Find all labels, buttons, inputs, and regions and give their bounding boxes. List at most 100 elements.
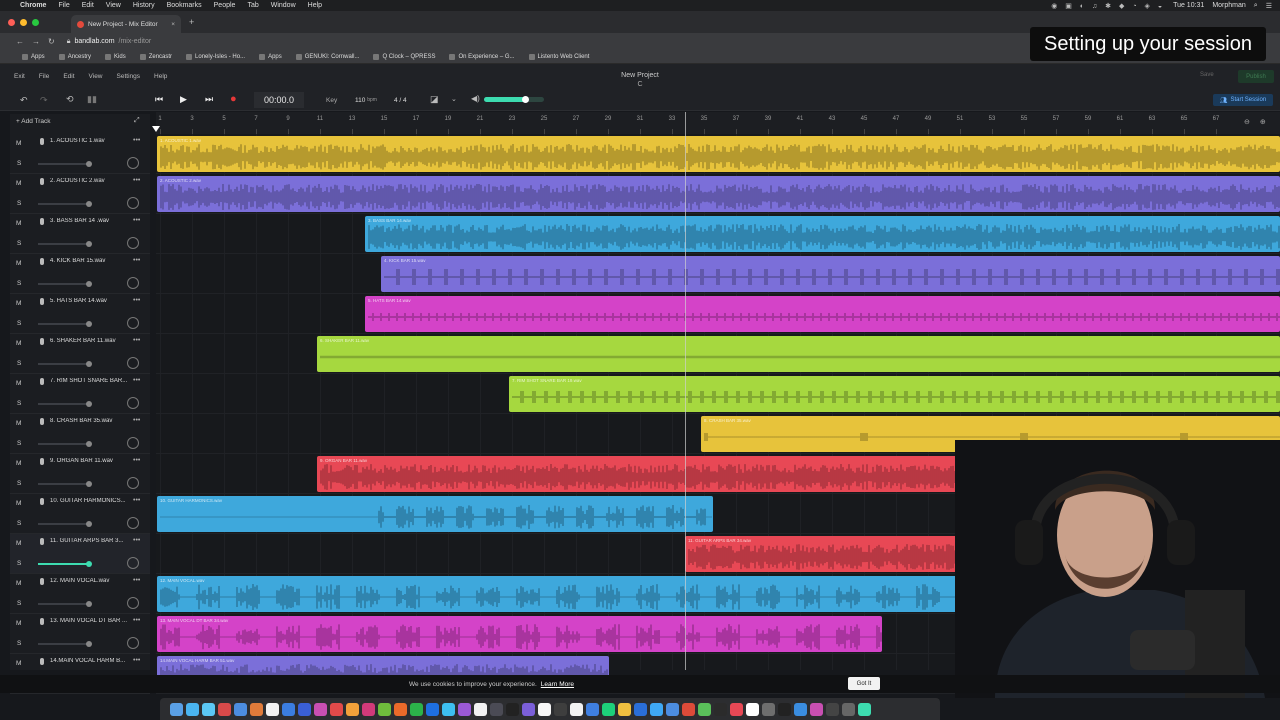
dock-app-icon[interactable] <box>506 702 519 716</box>
track-volume-fader[interactable] <box>38 480 92 487</box>
tempo-field[interactable]: 110 bpm <box>355 92 377 108</box>
mute-button[interactable]: M <box>16 660 21 667</box>
zoom-in-icon[interactable]: ⊕ <box>1260 118 1266 126</box>
dock-app-icon[interactable] <box>442 702 455 716</box>
mute-button[interactable]: M <box>16 460 21 467</box>
pan-knob[interactable] <box>127 517 139 529</box>
skip-back-icon[interactable]: ⏮ <box>155 94 163 105</box>
solo-button[interactable]: S <box>17 560 21 567</box>
menu-window[interactable]: Window <box>271 2 296 9</box>
audio-clip[interactable]: 4. KICK BAR 15.wav <box>381 256 1280 292</box>
record-icon[interactable]: ● <box>230 93 237 105</box>
track-lane[interactable]: 4. KICK BAR 15.wav <box>156 254 1280 294</box>
solo-button[interactable]: S <box>17 320 21 327</box>
pan-knob[interactable] <box>127 157 139 169</box>
dock-app-icon[interactable] <box>586 702 599 716</box>
dock-app-icon[interactable] <box>490 702 503 716</box>
playhead-marker-icon[interactable] <box>152 126 160 132</box>
dock-app-icon[interactable] <box>762 702 775 716</box>
menu-edit[interactable]: Edit <box>82 2 94 9</box>
zoom-out-icon[interactable]: ⊖ <box>1244 118 1250 126</box>
time-signature[interactable]: 4 / 4 <box>394 92 407 108</box>
track-row[interactable]: M S 2. ACOUSTIC 2.wav ••• <box>10 174 150 214</box>
track-row[interactable]: M S 13. MAIN VOCAL DT BAR ... ••• <box>10 614 150 654</box>
bookmark-lonely-isles[interactable]: Lonely-Isles - Ho... <box>186 53 245 60</box>
start-session-button[interactable]: 👥︎ Start Session <box>1213 94 1273 106</box>
bookmark-listento[interactable]: Listento Web Client <box>528 53 589 60</box>
reload-icon[interactable]: ↻ <box>48 37 55 46</box>
track-volume-fader[interactable] <box>38 360 92 367</box>
new-tab-button[interactable]: + <box>189 17 194 27</box>
bookmark-ancestry[interactable]: Ancestry <box>58 53 91 60</box>
track-menu-icon[interactable]: ••• <box>133 617 140 624</box>
mute-button[interactable]: M <box>16 300 21 307</box>
save-button[interactable]: Save <box>1200 72 1214 78</box>
menu-people[interactable]: People <box>214 2 236 9</box>
track-menu-icon[interactable]: ••• <box>133 657 140 664</box>
track-lane[interactable]: 3. BASS BAR 14.wav <box>156 214 1280 254</box>
track-menu-icon[interactable]: ••• <box>133 177 140 184</box>
pan-knob[interactable] <box>127 597 139 609</box>
bookmark-apps-2[interactable]: Apps <box>259 53 282 60</box>
track-name[interactable]: 12. MAIN VOCAL.wav <box>50 578 130 584</box>
track-name[interactable]: 2. ACOUSTIC 2.wav <box>50 178 130 184</box>
fader-knob[interactable] <box>86 280 92 287</box>
fader-knob[interactable] <box>86 480 92 487</box>
dock-app-icon[interactable] <box>650 702 663 716</box>
fader-knob[interactable] <box>86 520 92 527</box>
tuner-icon[interactable]: ◪ <box>430 94 439 105</box>
publish-button[interactable]: Publish <box>1238 70 1274 83</box>
back-icon[interactable]: ← <box>16 37 24 46</box>
track-volume-fader[interactable] <box>38 640 92 647</box>
track-row[interactable]: M S 7. RIM SHOT SNARE BAR... ••• <box>10 374 150 414</box>
menu-help[interactable]: Help <box>308 2 322 9</box>
dock-app-icon[interactable] <box>522 702 535 716</box>
mute-button[interactable]: M <box>16 140 21 147</box>
dock-app-icon[interactable] <box>634 702 647 716</box>
track-lane[interactable]: 6. SHAKER BAR 11.wav <box>156 334 1280 374</box>
fader-knob[interactable] <box>86 200 92 207</box>
dock-app-icon[interactable] <box>746 702 759 716</box>
dock-app-icon[interactable] <box>618 702 631 716</box>
dock-app-icon[interactable] <box>794 702 807 716</box>
dock-app-icon[interactable] <box>666 702 679 716</box>
play-icon[interactable]: ▶ <box>180 94 187 105</box>
mute-button[interactable]: M <box>16 340 21 347</box>
track-row[interactable]: M S 1. ACOUSTIC 1.wav ••• <box>10 134 150 174</box>
track-name[interactable]: 10. GUITAR HARMONICS... <box>50 498 130 504</box>
mute-button[interactable]: M <box>16 620 21 627</box>
dock-app-icon[interactable] <box>730 702 743 716</box>
track-name[interactable]: 5. HATS BAR 14.wav <box>50 298 130 304</box>
pan-knob[interactable] <box>127 477 139 489</box>
solo-button[interactable]: S <box>17 440 21 447</box>
menubar-clock[interactable]: Tue 10:31 <box>1173 2 1204 9</box>
dock-app-icon[interactable] <box>810 702 823 716</box>
metronome-icon[interactable]: ▮▮ <box>87 94 97 105</box>
solo-button[interactable]: S <box>17 480 21 487</box>
track-menu-icon[interactable]: ••• <box>133 377 140 384</box>
menubar-user[interactable]: Morphman <box>1212 2 1245 9</box>
chevron-down-icon[interactable]: ⌄ <box>451 95 457 103</box>
audio-clip[interactable]: 1. ACOUSTIC 1.wav <box>157 136 1280 172</box>
pan-knob[interactable] <box>127 557 139 569</box>
volume-knob[interactable] <box>522 95 529 103</box>
track-row[interactable]: M S 11. GUITAR ARPS BAR 3... ••• <box>10 534 150 574</box>
track-name[interactable]: 9. ORGAN BAR 11.wav <box>50 458 130 464</box>
fader-knob[interactable] <box>86 240 92 247</box>
bookmark-qclock[interactable]: Q Clock – QPRESS <box>373 53 435 60</box>
maximize-window-icon[interactable] <box>32 18 39 26</box>
track-name[interactable]: 7. RIM SHOT SNARE BAR... <box>50 378 130 384</box>
track-volume-fader[interactable] <box>38 400 92 407</box>
menu-list-icon[interactable]: ☰ <box>1266 2 1272 10</box>
solo-button[interactable]: S <box>17 360 21 367</box>
app-menu-help[interactable]: Help <box>154 73 167 80</box>
track-volume-fader[interactable] <box>38 320 92 327</box>
menu-chrome[interactable]: Chrome <box>20 2 46 9</box>
dock-app-icon[interactable] <box>538 702 551 716</box>
browser-tab[interactable]: New Project - Mix Editor × <box>71 15 181 33</box>
track-lane[interactable]: 5. HATS BAR 14.wav <box>156 294 1280 334</box>
key-selector[interactable]: Key <box>326 92 337 108</box>
track-volume-fader[interactable] <box>38 520 92 527</box>
dock-app-icon[interactable] <box>826 702 839 716</box>
dock-app-icon[interactable] <box>458 702 471 716</box>
